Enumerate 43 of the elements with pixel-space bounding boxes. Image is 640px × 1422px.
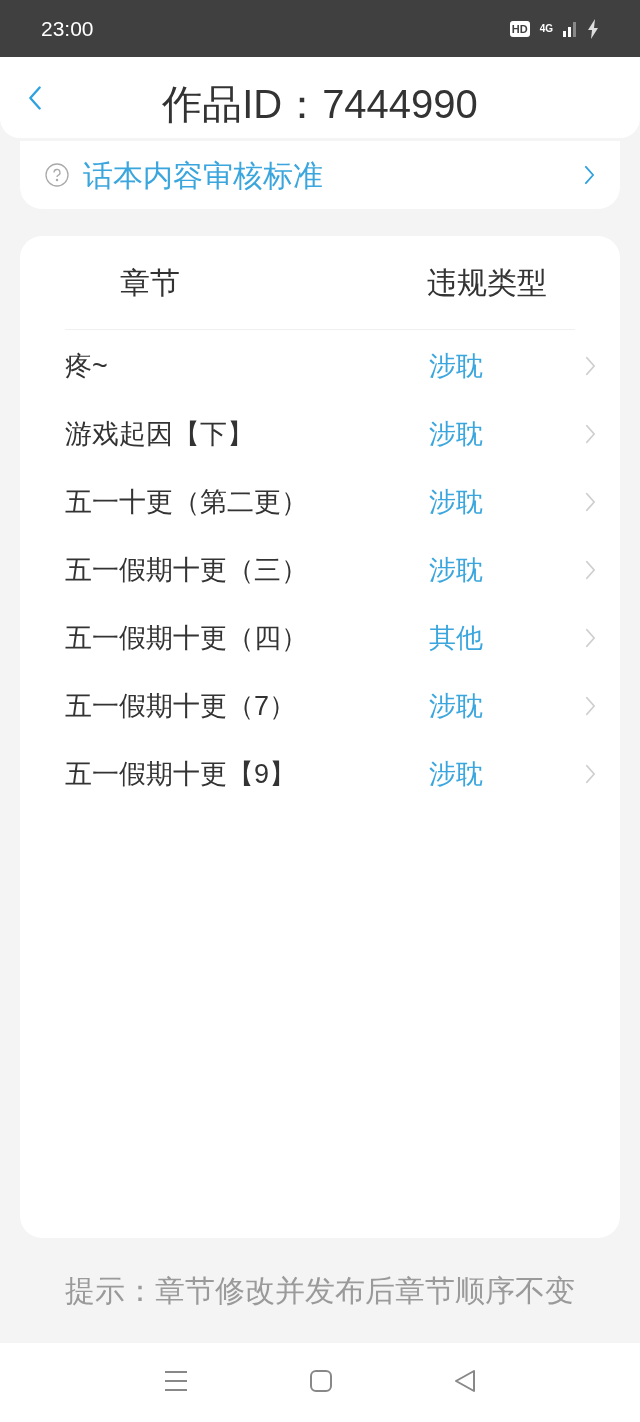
charging-icon <box>587 18 599 39</box>
violation-type: 其他 <box>429 621 483 655</box>
clock: 23:00 <box>41 15 94 42</box>
hint-text: 提示：章节修改并发布后章节顺序不变 <box>65 1273 575 1309</box>
chevron-icon <box>585 491 596 513</box>
signal-icon <box>563 20 577 37</box>
home-icon[interactable] <box>310 1369 332 1392</box>
chapter-row[interactable]: 五一十更（第二更） 涉耽 <box>20 468 620 536</box>
chevron-icon <box>585 355 596 377</box>
column-header: 章节 <box>120 265 180 301</box>
column-header: 违规类型 <box>427 265 547 301</box>
chapter-row[interactable]: 疼~ 涉耽 <box>20 332 620 400</box>
chapter-title: 五一十更（第二更） <box>65 485 309 519</box>
chevron-icon <box>585 559 596 581</box>
violation-type: 涉耽 <box>429 757 483 791</box>
chapter-row[interactable]: 游戏起因【下】 涉耽 <box>20 400 620 468</box>
chapter-row[interactable]: 五一假期十更【9】 涉耽 <box>20 740 620 808</box>
chevron-icon <box>585 423 596 445</box>
chapter-title: 五一假期十更【9】 <box>65 757 298 791</box>
chevron-icon <box>585 627 596 649</box>
chevron-icon <box>585 763 596 785</box>
violation-type: 涉耽 <box>429 485 483 519</box>
chapter-title: 五一假期十更（7） <box>65 689 298 723</box>
chapter-row[interactable]: 五一假期十更（三） 涉耽 <box>20 536 620 604</box>
chapter-title: 五一假期十更（四） <box>65 621 309 655</box>
chapter-title: 游戏起因【下】 <box>65 417 255 451</box>
menu-icon[interactable] <box>164 1369 188 1392</box>
violation-type: 涉耽 <box>429 349 483 383</box>
chevron-icon <box>584 165 595 185</box>
violation-type: 涉耽 <box>429 689 483 723</box>
violation-type: 涉耽 <box>429 417 483 451</box>
help-icon <box>45 163 69 187</box>
back-icon[interactable] <box>454 1369 476 1392</box>
hd-badge: HD <box>509 20 530 37</box>
chapter-row[interactable]: 五一假期十更（7） 涉耽 <box>20 672 620 740</box>
chapter-title: 五一假期十更（三） <box>65 553 309 587</box>
back-icon <box>28 83 42 112</box>
page-title: 作品ID：7444990 <box>162 80 478 128</box>
chevron-icon <box>585 695 596 717</box>
network-label: 4G <box>539 22 553 36</box>
chapter-row[interactable]: 五一假期十更（四） 其他 <box>20 604 620 672</box>
violation-type: 涉耽 <box>429 553 483 587</box>
chapter-title: 疼~ <box>65 349 109 383</box>
